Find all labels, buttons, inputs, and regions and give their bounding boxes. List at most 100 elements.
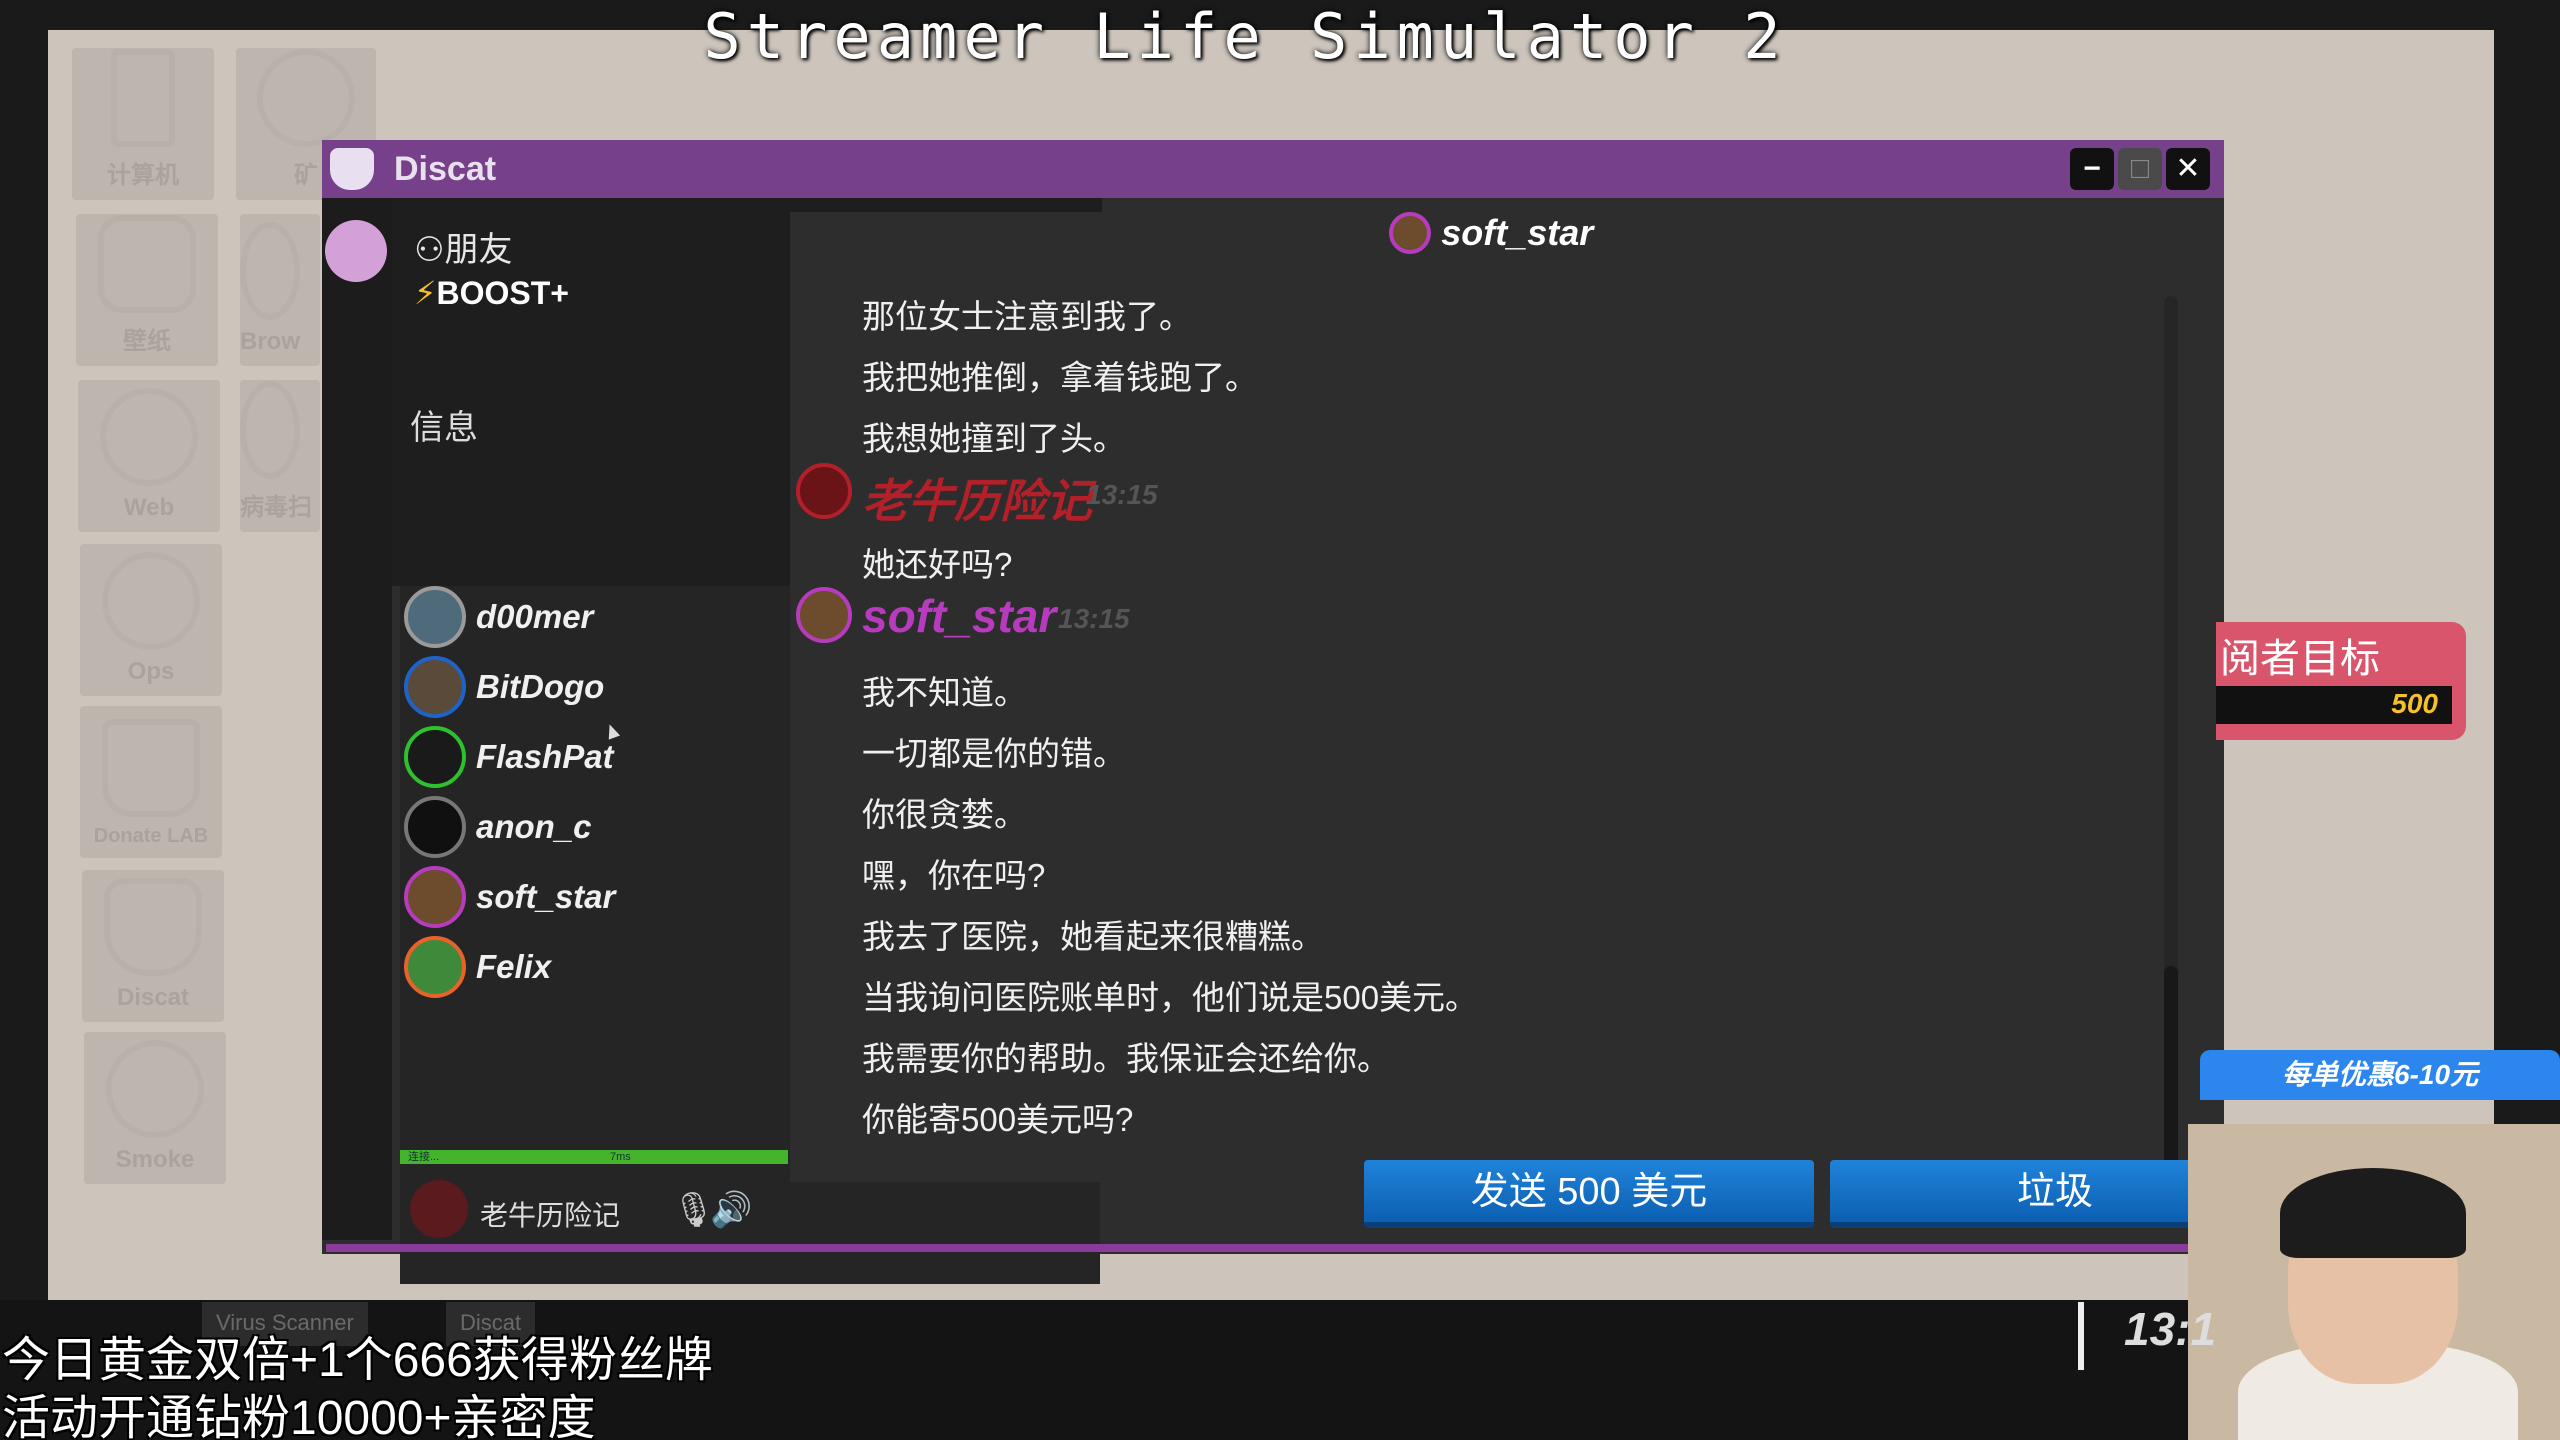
webcam-feed (2188, 1124, 2560, 1440)
desktop-icon-label: Discat (116, 984, 190, 1011)
contact-item[interactable]: FlashPat (404, 726, 794, 790)
contact-item[interactable]: anon_c (404, 796, 794, 860)
message-line: 我把她推倒，拿着钱跑了。 (862, 359, 1258, 396)
desktop-icon-label: Web (123, 494, 175, 521)
window-border (326, 1244, 2198, 1252)
friends-label: 朋友 (444, 231, 513, 269)
contact-name: FlashPat (476, 738, 614, 775)
connection-bar: 连接... 7ms (400, 1150, 788, 1164)
boost-link[interactable]: ⚡BOOST+ (414, 274, 569, 312)
contact-item[interactable]: BitDogo (404, 656, 794, 720)
message-line: 我去了医院，她看起来很糟糕。 (862, 918, 1324, 955)
goal-bar: 500 (2216, 686, 2452, 724)
desktop-icon-label: Smoke (115, 1146, 195, 1173)
friends-link[interactable]: ⚇朋友 (414, 222, 512, 271)
flask-icon (102, 719, 200, 817)
contact-name: anon_c (476, 808, 592, 845)
connection-ping: 7ms (610, 1151, 631, 1163)
desktop-icon-smoke[interactable]: Smoke (84, 1032, 226, 1184)
taskbar-clock: 13:1 (2078, 1302, 2216, 1370)
contact-name: soft_star (476, 878, 616, 915)
desktop-icon-label: 病毒扫 (240, 494, 312, 521)
chat-header-name: soft_star (1441, 212, 1594, 253)
author-avatar (796, 587, 852, 643)
banner-line-2: 活动开通钻粉10000+亲密度 (2, 1392, 596, 1440)
desktop-icon-discat[interactable]: Discat (82, 870, 224, 1022)
desktop-icon-virus-scanner[interactable]: 病毒扫 (240, 380, 320, 532)
goal-title: 阅者目标 (2220, 637, 2380, 681)
streamer-hair (2280, 1168, 2466, 1258)
contact-avatar (404, 586, 466, 648)
desktop-icon-label: Donate LAB (93, 825, 209, 847)
author-name: soft_star (862, 590, 1057, 642)
contact-avatar (404, 656, 466, 718)
message-line: 那位女士注意到我了。 (862, 298, 1192, 335)
window-titlebar[interactable]: Discat − □ ✕ (322, 140, 2224, 198)
current-user-name: 老牛历险记 (480, 1200, 621, 1231)
wallpaper-icon (98, 215, 196, 313)
scrollbar-thumb[interactable] (2164, 966, 2178, 1166)
smoke-icon (106, 1040, 204, 1138)
globe-icon (100, 388, 198, 486)
contact-item[interactable]: Felix (404, 936, 794, 1000)
boost-label: BOOST+ (436, 275, 569, 311)
discat-window: Discat − □ ✕ ⚇朋友 ⚡BOOST+ 信息 d00mer BitDog… (322, 140, 2280, 1284)
chat-header: soft_star (790, 212, 2192, 272)
goal-value: 500 (2391, 688, 2438, 719)
message-line: 你能寄500美元吗? (862, 1101, 1134, 1138)
contact-name: d00mer (476, 598, 594, 635)
desktop-icon-label: Ops (127, 658, 175, 685)
discat-logo-icon (330, 148, 374, 190)
message-line: 她还好吗? (862, 546, 1013, 583)
desktop-icon-label: 壁纸 (123, 328, 171, 355)
messages-header: 信息 (410, 409, 478, 447)
contact-avatar (404, 936, 466, 998)
ops-icon (102, 552, 200, 650)
microphone-icon[interactable]: 🎙 (672, 1190, 715, 1230)
message-timestamp: 13:15 (1058, 603, 1130, 634)
user-avatar (410, 1180, 468, 1238)
browser-icon (240, 222, 300, 320)
message-line: 我需要你的帮助。我保证会还给你。 (862, 1040, 1390, 1077)
desktop-icon-web[interactable]: Web (78, 380, 220, 532)
bug-icon (240, 381, 300, 479)
promo-badge: 每单优惠6-10元 (2200, 1050, 2560, 1100)
minimize-button[interactable]: − (2070, 148, 2114, 190)
server-rail (322, 198, 392, 1240)
send-money-button[interactable]: 发送 500 美元 (1364, 1160, 1814, 1228)
stream-title: Streamer Life Simulator 2 (703, 0, 1787, 73)
desktop-icon-ops[interactable]: Ops (80, 544, 222, 696)
contact-item[interactable]: soft_star (404, 866, 794, 930)
author-avatar (796, 463, 852, 519)
desktop-icon-browser[interactable]: Brow (240, 214, 320, 366)
close-button[interactable]: ✕ (2166, 148, 2210, 190)
chat-scrollbar[interactable] (2164, 296, 2178, 1166)
cat-icon (104, 878, 202, 976)
contact-avatar (404, 796, 466, 858)
author-name: 老牛历险记 (862, 475, 1092, 527)
message-line: 你很贪婪。 (862, 796, 1027, 833)
message-line: 一切都是你的错。 (862, 735, 1126, 772)
contact-avatar (404, 866, 466, 928)
current-user-panel: 老牛历险记 🎙 🔊 (410, 1180, 790, 1242)
contact-item[interactable]: d00mer (404, 586, 794, 650)
connection-status: 连接... (408, 1151, 440, 1163)
desktop-icon-label: Brow (240, 328, 300, 355)
chat-header-avatar (1388, 212, 1431, 254)
message-line: 当我询问医院账单时，他们说是500美元。 (862, 979, 1479, 1016)
message-line: 我想她撞到了头。 (862, 420, 1126, 457)
desktop-icon-wallpaper[interactable]: 壁纸 (76, 214, 218, 366)
contact-name: Felix (476, 948, 552, 985)
speaker-icon[interactable]: 🔊 (710, 1190, 752, 1230)
home-avatar[interactable] (325, 220, 387, 282)
maximize-button[interactable]: □ (2118, 148, 2162, 190)
lightning-icon: ⚡ (414, 275, 437, 311)
desktop-icon-label: 计算机 (107, 162, 179, 189)
message-timestamp: 13:15 (1086, 479, 1158, 510)
contact-avatar (404, 726, 466, 788)
message-line: 嘿，你在吗? (862, 857, 1046, 894)
desktop-icon-label: 矿 (294, 162, 318, 189)
desktop-icon-donate-lab[interactable]: Donate LAB (80, 706, 222, 858)
message-line: 我不知道。 (862, 674, 1027, 711)
window-title: Discat (394, 150, 497, 188)
